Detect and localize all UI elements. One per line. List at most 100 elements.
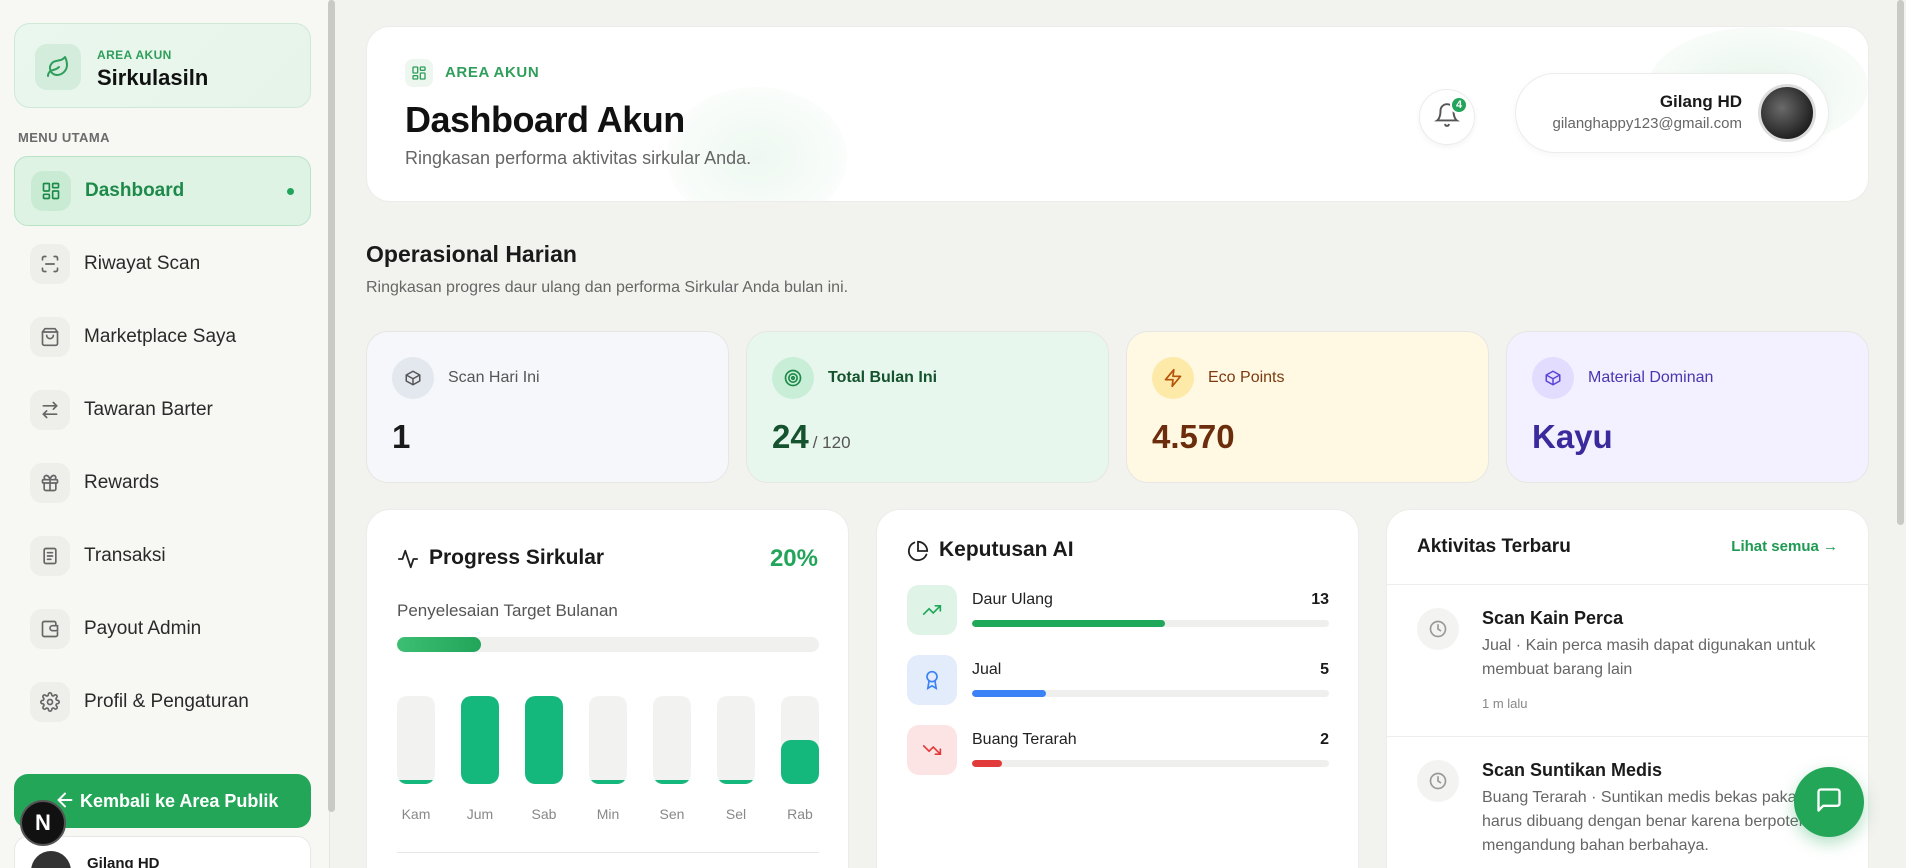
user-email: gilanghappy123@gmail.com [1552,115,1742,132]
bar-track [461,696,499,784]
see-all-link[interactable]: Lihat semua → [1731,538,1838,555]
bar-label: Rab [787,806,813,822]
stat-card-eco-points: Eco Points 4.570 [1126,331,1489,483]
chat-icon [1815,786,1843,819]
bar-label: Sel [725,806,747,822]
sidebar-user-card[interactable]: Gilang HD [14,836,311,868]
active-dot [287,187,294,195]
header-card: AREA AKUN Dashboard Akun Ringkasan perfo… [366,26,1869,202]
menu-section-title: MENU UTAMA [18,130,110,145]
activity-time: 1 m lalu [1482,696,1528,711]
stat-label: Material Dominan [1588,369,1714,386]
ai-row-label: Jual [972,661,1002,678]
sidebar-item-label: Rewards [84,472,159,493]
activity-title: Aktivitas Terbaru [1417,536,1571,557]
chat-button[interactable] [1794,767,1864,837]
clock-icon [1417,760,1459,802]
stat-value: Kayu [1532,418,1613,455]
sidebar-item-riwayat-scan[interactable]: Riwayat Scan [14,229,311,299]
notification-button[interactable]: 4 [1419,89,1475,145]
bar-track [525,696,563,784]
sidebar-item-transaksi[interactable]: Transaksi [14,521,311,591]
ai-row-bar [972,620,1166,627]
bar-label: Jum [466,806,494,822]
sidebar-item-label: Tawaran Barter [84,399,213,420]
stat-value: 1 [392,418,411,455]
weekly-bar-chart: Kam Jum Sab Min Sen Sel Rab [397,696,819,826]
progress-percent: 20% [769,545,818,572]
ai-decision-card: Keputusan AI Daur Ulang 13 Jual 5 Buang … [876,509,1359,868]
next-logo-icon[interactable]: N [20,800,66,846]
ai-row-label: Daur Ulang [972,591,1053,608]
wallet-icon [30,609,70,649]
sidebar-item-label: Marketplace Saya [84,326,237,347]
trend-down-icon [907,725,957,775]
ai-row-jual: Jual 5 [907,655,1329,707]
gift-icon [30,463,70,503]
stat-card-material-dominan: Material Dominan Kayu [1506,331,1869,483]
brand-card[interactable]: AREA AKUN Sirkulasiln [14,23,311,108]
activity-pulse-icon [397,548,419,575]
shopping-bag-icon [30,317,70,357]
user-profile-pill[interactable]: Gilang HD gilanghappy123@gmail.com [1515,73,1829,153]
sidebar-item-marketplace[interactable]: Marketplace Saya [14,302,311,372]
ai-row-bar [972,760,1002,767]
bar-label: Kam [401,806,431,822]
ai-row-count: 5 [1320,661,1329,678]
user-name: Gilang HD [1659,92,1742,111]
progress-title: Progress Sirkular [429,546,605,569]
bar [397,779,435,784]
award-icon [907,655,957,705]
bar-track [781,696,819,784]
brand-title: Sirkulasiln [97,65,209,90]
stat-label: Total Bulan Ini [828,369,938,386]
bar [461,696,499,784]
bar-label: Sen [659,806,685,822]
sidebar-item-payout-admin[interactable]: Payout Admin [14,594,311,664]
sidebar-item-dashboard[interactable]: Dashboard [14,156,311,226]
avatar [31,851,71,868]
bar [781,740,819,784]
page-scrollbar[interactable] [1897,0,1904,525]
sidebar-item-label: Riwayat Scan [84,253,201,274]
back-button-label: Kembali ke Area Publik [80,791,279,811]
bar-label: Sab [531,806,557,822]
bar-track [717,696,755,784]
grid-icon [405,59,433,87]
brand-subtitle: AREA AKUN [97,48,172,62]
receipt-icon [30,536,70,576]
swap-icon [30,390,70,430]
notification-count-badge: 4 [1450,96,1468,114]
ai-row-label: Buang Terarah [972,731,1077,748]
scan-icon [30,244,70,284]
stat-label: Scan Hari Ini [448,369,540,386]
page-subtitle: Ringkasan performa aktivitas sirkular An… [405,148,752,168]
sidebar-item-rewards[interactable]: Rewards [14,448,311,518]
cube-icon [1532,357,1574,399]
stat-label: Eco Points [1208,369,1285,386]
activity-description: Jual · Kain perca masih dapat digunakan … [1482,637,1816,678]
progress-bar [397,637,819,652]
activity-description: Buang Terarah · Suntikan medis bekas pak… [1482,789,1820,854]
dashboard-icon [31,171,71,211]
box-icon [392,357,434,399]
bar-track [653,696,691,784]
progress-card: Progress Sirkular 20% Penyelesaian Targe… [366,509,849,868]
sidebar-user-name: Gilang HD [87,855,160,868]
section-title: Operasional Harian [366,241,577,267]
sidebar-scrollbar[interactable] [328,0,335,812]
bar-track [397,696,435,784]
ai-row-bar [972,690,1047,697]
bar [653,779,691,784]
sidebar-item-profil-pengaturan[interactable]: Profil & Pengaturan [14,667,311,737]
ai-row-daur-ulang: Daur Ulang 13 [907,585,1329,637]
stat-card-scan-today: Scan Hari Ini 1 [366,331,729,483]
progress-subtitle: Penyelesaian Target Bulanan [397,601,618,620]
leaf-icon [35,44,81,90]
section-subtitle: Ringkasan progres daur ulang dan perform… [366,279,849,296]
lightning-icon [1152,357,1194,399]
progress-bar-fill [397,637,482,652]
sidebar-item-tawaran-barter[interactable]: Tawaran Barter [14,375,311,445]
page-title: Dashboard Akun [405,99,685,140]
pie-chart-icon [907,540,929,567]
